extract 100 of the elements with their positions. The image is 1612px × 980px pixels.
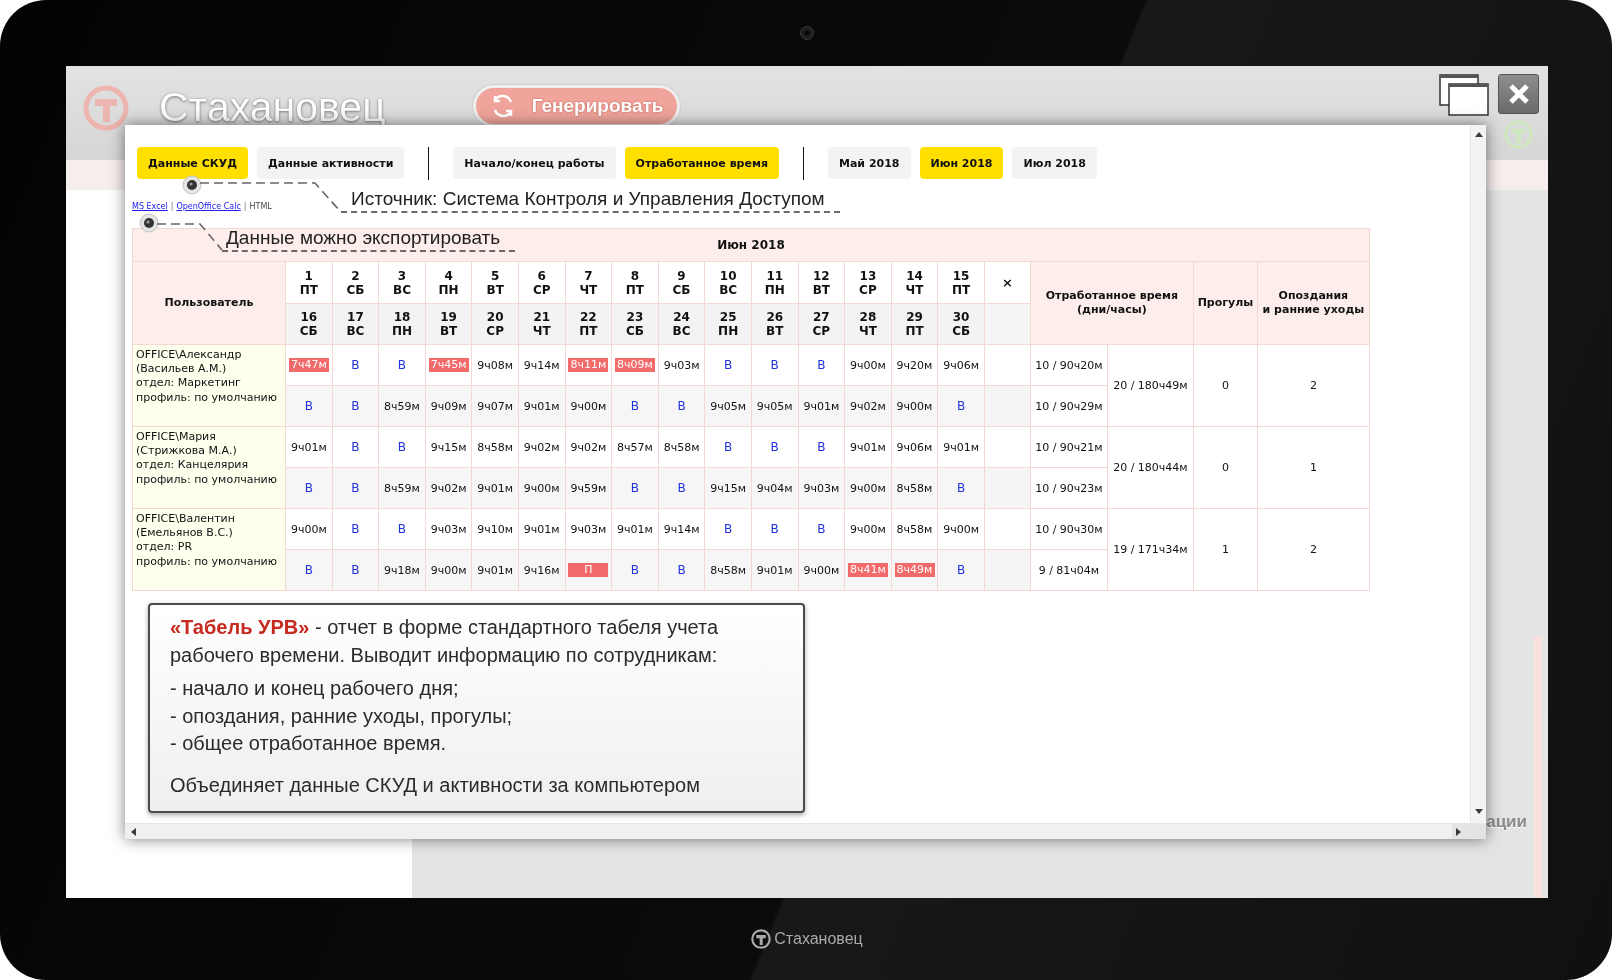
link-separator: | (170, 202, 174, 212)
day-header: 22 ПТ (565, 303, 612, 345)
table-cell: 9ч02м (518, 426, 566, 468)
table-cell: 10 / 90ч29м (1030, 385, 1108, 427)
day-header: 4 ПН (425, 261, 472, 304)
day-header: 13 СР (844, 261, 892, 304)
table-cell: 0 (1193, 344, 1258, 427)
report-tab[interactable]: Июл 2018 (1012, 147, 1097, 179)
table-cell: 9ч16м (518, 549, 566, 591)
table-cell: 9ч01м (518, 508, 566, 550)
camera-icon (800, 26, 814, 40)
day-header: 25 ПН (704, 303, 752, 345)
scroll-right-arrow-icon[interactable] (1454, 827, 1462, 836)
leader-line (157, 223, 223, 251)
day-header: 11 ПН (751, 261, 799, 304)
table-cell: В (332, 508, 379, 550)
table-cell: 9ч15м (704, 467, 752, 509)
table-cell: 8ч58м (891, 508, 938, 550)
table-cell: 9ч14м (518, 344, 566, 386)
table-cell: 9ч15м (425, 426, 472, 468)
table-cell: В (611, 467, 659, 509)
callout-text: «Табель УРВ» - отчет в форме стандартного табеля учета рабочего времени. Выводит информацию по сотрудникам: (170, 615, 720, 668)
table-cell: 9ч02м (844, 385, 892, 427)
restore-icon[interactable] (1439, 74, 1489, 116)
late-time-mark: 8ч49м (894, 563, 935, 577)
table-cell: В (798, 508, 845, 550)
brand-text: Стахановец (774, 930, 863, 948)
callout-list-item: - общее отработанное время. (170, 731, 446, 756)
export-link[interactable]: OpenOffice Calc (176, 202, 241, 212)
day-header: 23 СБ (611, 303, 659, 345)
table-cell: 9ч18м (378, 549, 426, 591)
day-header: 21 ЧТ (518, 303, 566, 345)
report-tab[interactable]: Начало/конец работы (453, 147, 616, 179)
table-cell: 10 / 90ч23м (1030, 467, 1108, 509)
day-header: 1 ПТ (285, 261, 333, 304)
day-header: 30 СБ (937, 303, 985, 345)
table-cell: 9ч00м (285, 508, 333, 550)
table-cell: В (937, 467, 985, 509)
table-cell: 9ч01м (798, 385, 845, 427)
report-tab[interactable]: Данные СКУД (137, 147, 248, 179)
late-time-mark: 7ч47м (288, 358, 329, 372)
day-header: 8 ПТ (611, 261, 659, 304)
table-cell: 9ч01м (471, 467, 519, 509)
report-tab[interactable]: Май 2018 (828, 147, 911, 179)
report-tab[interactable]: Отработанное время (624, 147, 779, 179)
table-cell: В (378, 426, 426, 468)
table-cell: 9ч08м (471, 344, 519, 386)
table-cell: В (658, 385, 705, 427)
table-cell: В (798, 426, 845, 468)
export-link[interactable]: MS Excel (132, 202, 168, 212)
report-tab[interactable]: Данные активности (257, 147, 405, 179)
table-cell: 9ч59м (565, 467, 612, 509)
table-cell: 9ч02м (425, 467, 472, 509)
table-cell: 20 / 180ч49м (1107, 344, 1194, 427)
day-header: 3 ВС (378, 261, 426, 304)
report-tab[interactable]: Июн 2018 (919, 147, 1004, 179)
table-cell: 19 / 171ч34м (1107, 508, 1194, 591)
late-time-mark: 8ч11м (568, 358, 609, 372)
side-label: ации (1486, 812, 1527, 832)
table-cell: 9ч01м (937, 426, 985, 468)
table-cell: 8ч57м (611, 426, 659, 468)
scroll-up-arrow-icon[interactable] (1474, 131, 1483, 139)
table-cell: В (378, 508, 426, 550)
table-cell: 9ч00м (565, 385, 612, 427)
table-cell: В (332, 426, 379, 468)
day-header: 10 ВС (704, 261, 752, 304)
table-cell: 9ч01м (611, 508, 659, 550)
day-header: 2 СБ (332, 261, 379, 304)
logo-icon (83, 85, 129, 131)
day-header: 20 СР (471, 303, 519, 345)
table-cell: 9ч05м (751, 385, 799, 427)
table-cell: 9ч01м (844, 426, 892, 468)
table-cell: В (751, 508, 799, 550)
day-header: 9 СБ (658, 261, 705, 304)
table-cell: 9ч00м (844, 467, 892, 509)
table-cell: 8ч58м (891, 467, 938, 509)
table-cell: В (611, 385, 659, 427)
vertical-scrollbar[interactable] (1470, 125, 1486, 823)
table-cell: 9ч20м (891, 344, 938, 386)
day-header: 15 ПТ (937, 261, 985, 304)
table-cell: В (611, 549, 659, 591)
horizontal-scrollbar[interactable] (125, 823, 1486, 839)
pin-icon (182, 175, 202, 195)
day-header: 16 СБ (285, 303, 333, 345)
day-header: 18 ПН (378, 303, 426, 345)
scroll-down-arrow-icon[interactable] (1474, 807, 1483, 815)
table-cell: 9ч03м (798, 467, 845, 509)
table-cell: 10 / 90ч21м (1030, 426, 1108, 468)
day-header: 28 ЧТ (844, 303, 892, 345)
table-cell: В (332, 467, 379, 509)
table-cell: В (285, 385, 333, 427)
app-logo-text: Стахановец (159, 92, 386, 123)
late-time-mark: 8ч41м (847, 563, 888, 577)
annotation-text: Данные можно экспортировать (222, 227, 516, 252)
table-cell: 2 (1257, 344, 1370, 427)
table-cell: 9ч00м (798, 549, 845, 591)
table-cell: В (285, 549, 333, 591)
scroll-left-arrow-icon[interactable] (130, 827, 138, 836)
table-cell: В (285, 467, 333, 509)
close-button[interactable] (1498, 74, 1539, 114)
